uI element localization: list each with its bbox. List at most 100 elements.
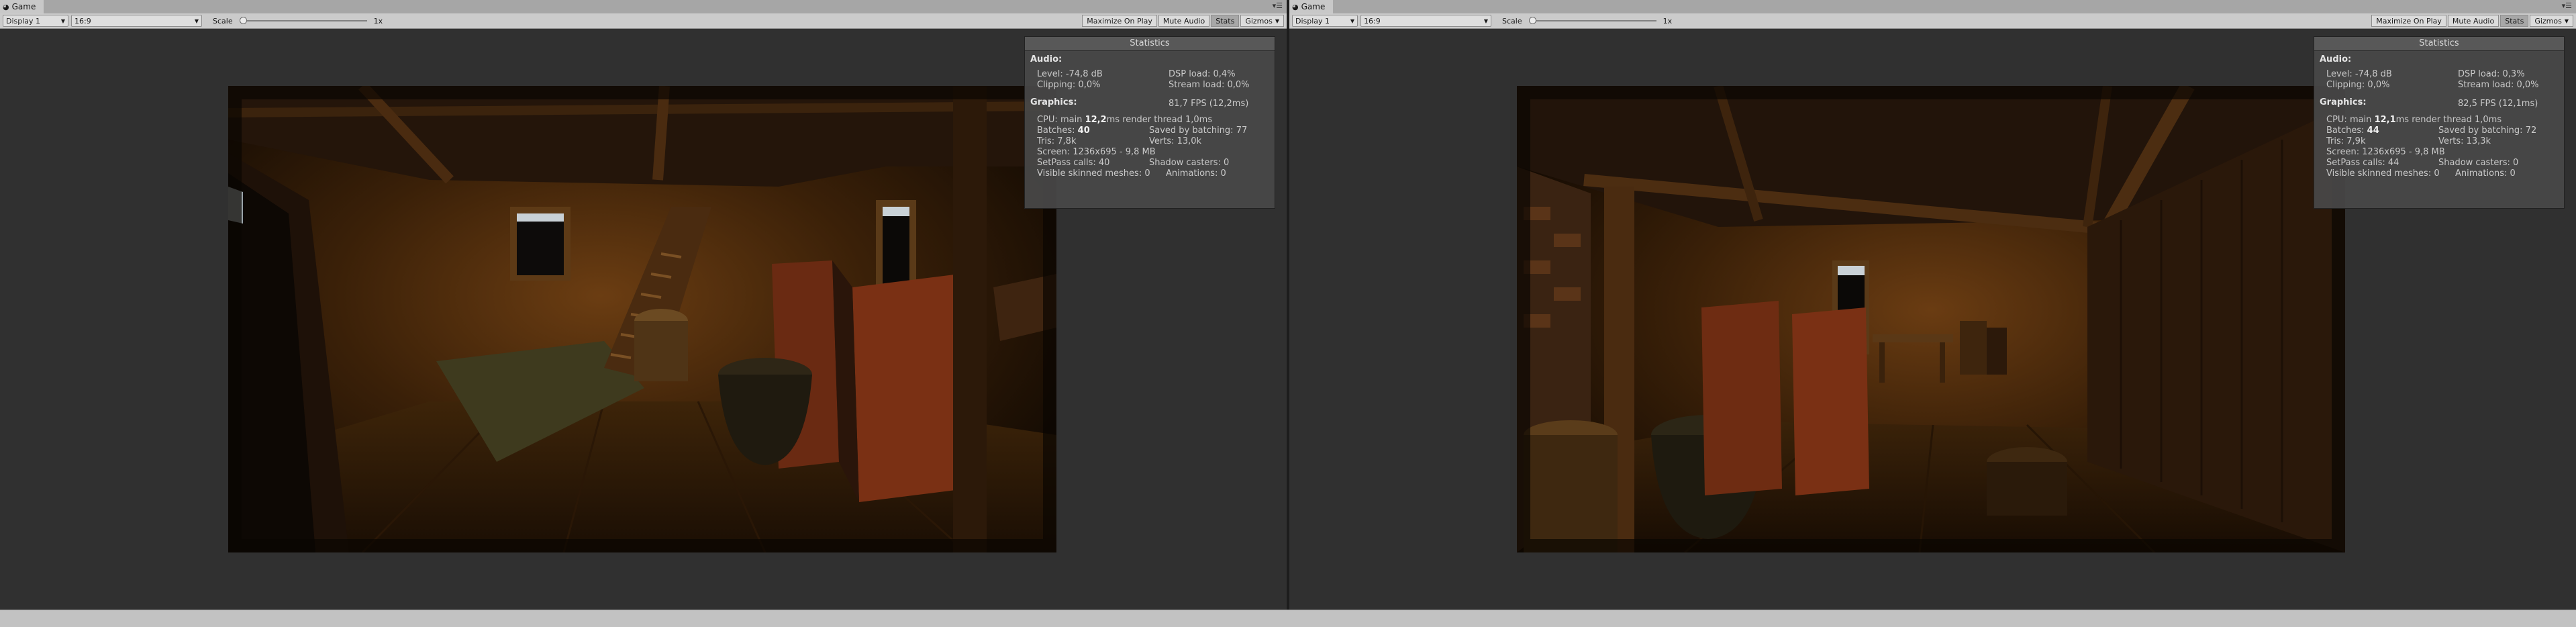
scale-value: 1x bbox=[1663, 16, 1673, 26]
statistics-title: Statistics bbox=[2314, 37, 2564, 51]
gizmos-button[interactable]: Gizmos ▼ bbox=[1240, 15, 1284, 27]
tab-game[interactable]: ◕ Game bbox=[0, 0, 44, 13]
scale-slider[interactable] bbox=[1528, 15, 1656, 27]
graphics-section-label: Graphics: bbox=[2320, 97, 2367, 107]
audio-level: Level: -74,8 dB bbox=[2326, 69, 2392, 79]
tab-game[interactable]: ◕ Game bbox=[1289, 0, 1334, 13]
batches-prefix: Batches: bbox=[1037, 126, 1078, 136]
dropdown-arrow-icon: ▼ bbox=[2564, 17, 2569, 24]
scale-value: 1x bbox=[373, 16, 383, 26]
saved-by-batching: Saved by batching: 72 bbox=[2438, 126, 2537, 136]
maximize-on-play-button[interactable]: Maximize On Play bbox=[1082, 15, 1157, 27]
graphics-section-label: Graphics: bbox=[1030, 97, 1077, 107]
dropdown-arrow-icon: ▼ bbox=[60, 17, 65, 24]
dsp-load: DSP load: 0,3% bbox=[2458, 69, 2525, 79]
screen-info: Screen: 1236x695 - 9,8 MB bbox=[1037, 147, 1156, 157]
toolbar-toggles: Maximize On Play Mute Audio Stats Gizmos… bbox=[1082, 15, 1284, 27]
window-menu-icon[interactable]: ▾☰ bbox=[2562, 1, 2572, 10]
aspect-dropdown[interactable]: 16:9 ▼ bbox=[71, 15, 202, 27]
verts-count: Verts: 13,3k bbox=[2438, 136, 2491, 146]
tavern-interior-render bbox=[1517, 86, 2345, 552]
stats-button[interactable]: Stats bbox=[2500, 15, 2529, 27]
dropdown-arrow-icon: ▼ bbox=[194, 17, 199, 24]
audio-section-label: Audio: bbox=[2320, 54, 2352, 64]
shadow-casters: Shadow casters: 0 bbox=[2438, 158, 2519, 168]
dropdown-arrow-icon: ▼ bbox=[1275, 17, 1279, 24]
setpass-calls: SetPass calls: 40 bbox=[1037, 158, 1110, 168]
tavern-interior-render bbox=[228, 86, 1056, 552]
gizmos-label: Gizmos bbox=[2534, 16, 2562, 26]
batches-count: Batches: 44 bbox=[2326, 126, 2379, 136]
batches-value: 40 bbox=[1077, 126, 1090, 136]
game-toolbar: Display 1 ▼ 16:9 ▼ Scale 1x Maximize On … bbox=[1289, 13, 2576, 29]
scale-slider-track bbox=[1528, 20, 1656, 21]
aspect-dropdown-label: 16:9 bbox=[1364, 16, 1381, 26]
game-render-viewport[interactable] bbox=[1517, 86, 2345, 552]
game-controller-icon: ◕ bbox=[1292, 2, 1299, 11]
audio-level: Level: -74,8 dB bbox=[1037, 69, 1103, 79]
aspect-dropdown-label: 16:9 bbox=[75, 16, 91, 26]
cpu-suffix: ms render thread 1,0ms bbox=[1106, 115, 1213, 125]
display-dropdown[interactable]: Display 1 ▼ bbox=[1292, 15, 1358, 27]
batches-count: Batches: 40 bbox=[1037, 126, 1090, 136]
statistics-overlay: Statistics Audio: Level: -74,8 dB DSP lo… bbox=[1024, 36, 1275, 209]
tris-count: Tris: 7,9k bbox=[2326, 136, 2366, 146]
mute-audio-button[interactable]: Mute Audio bbox=[1158, 15, 1210, 27]
cpu-prefix: CPU: main bbox=[2326, 115, 2375, 125]
scale-slider[interactable] bbox=[239, 15, 367, 27]
batches-value: 44 bbox=[2367, 126, 2379, 136]
gizmos-button[interactable]: Gizmos ▼ bbox=[2530, 15, 2573, 27]
tris-count: Tris: 7,8k bbox=[1037, 136, 1077, 146]
tab-label: Game bbox=[1301, 2, 1326, 11]
dropdown-arrow-icon: ▼ bbox=[1350, 17, 1354, 24]
game-toolbar: Display 1 ▼ 16:9 ▼ Scale 1x Maximize On … bbox=[0, 13, 1287, 29]
tab-label: Game bbox=[11, 2, 36, 11]
fps-readout: 82,5 FPS (12,1ms) bbox=[2458, 99, 2538, 109]
cpu-prefix: CPU: main bbox=[1037, 115, 1085, 125]
stream-load: Stream load: 0,0% bbox=[2458, 80, 2539, 90]
audio-section-label: Audio: bbox=[1030, 54, 1062, 64]
cpu-timing: CPU: main 12,2ms render thread 1,0ms bbox=[1037, 115, 1212, 125]
scale-slider-thumb[interactable] bbox=[1528, 17, 1536, 24]
scale-slider-track bbox=[239, 20, 367, 21]
cpu-main-value: 12,2 bbox=[1085, 115, 1107, 125]
audio-clipping: Clipping: 0,0% bbox=[1037, 80, 1101, 90]
cpu-main-value: 12,1 bbox=[2374, 115, 2396, 125]
display-dropdown[interactable]: Display 1 ▼ bbox=[3, 15, 68, 27]
mute-audio-button[interactable]: Mute Audio bbox=[2447, 15, 2499, 27]
shadow-casters: Shadow casters: 0 bbox=[1149, 158, 1230, 168]
display-dropdown-label: Display 1 bbox=[1295, 16, 1330, 26]
audio-clipping: Clipping: 0,0% bbox=[2326, 80, 2390, 90]
game-controller-icon: ◕ bbox=[3, 2, 9, 11]
toolbar-toggles: Maximize On Play Mute Audio Stats Gizmos… bbox=[2371, 15, 2573, 27]
visible-skinned-meshes: Visible skinned meshes: 0 bbox=[1037, 168, 1150, 179]
game-view-left: ◕ Game ▾☰ Display 1 ▼ 16:9 ▼ Scale 1x Ma… bbox=[0, 0, 1287, 610]
scale-label: Scale bbox=[213, 16, 233, 26]
screen-info: Screen: 1236x695 - 9,8 MB bbox=[2326, 147, 2445, 157]
fps-readout: 81,7 FPS (12,2ms) bbox=[1169, 99, 1249, 109]
scale-slider-thumb[interactable] bbox=[239, 17, 247, 24]
game-view-right: ◕ Game ▾☰ Display 1 ▼ 16:9 ▼ Scale 1x Ma… bbox=[1289, 0, 2576, 610]
aspect-dropdown[interactable]: 16:9 ▼ bbox=[1360, 15, 1491, 27]
batches-prefix: Batches: bbox=[2326, 126, 2367, 136]
stream-load: Stream load: 0,0% bbox=[1169, 80, 1250, 90]
dropdown-arrow-icon: ▼ bbox=[1483, 17, 1488, 24]
dsp-load: DSP load: 0,4% bbox=[1169, 69, 1236, 79]
game-render-viewport[interactable] bbox=[228, 86, 1056, 552]
scale-label: Scale bbox=[1502, 16, 1522, 26]
verts-count: Verts: 13,0k bbox=[1149, 136, 1202, 146]
saved-by-batching: Saved by batching: 77 bbox=[1149, 126, 1248, 136]
gizmos-label: Gizmos bbox=[1245, 16, 1273, 26]
tab-bar: ◕ Game ▾☰ bbox=[0, 0, 1287, 14]
cpu-timing: CPU: main 12,1ms render thread 1,0ms bbox=[2326, 115, 2501, 125]
statistics-title: Statistics bbox=[1025, 37, 1275, 51]
stats-button[interactable]: Stats bbox=[1211, 15, 1240, 27]
setpass-calls: SetPass calls: 44 bbox=[2326, 158, 2399, 168]
visible-skinned-meshes: Visible skinned meshes: 0 bbox=[2326, 168, 2440, 179]
tab-bar: ◕ Game ▾☰ bbox=[1289, 0, 2576, 14]
cpu-suffix: ms render thread 1,0ms bbox=[2395, 115, 2502, 125]
maximize-on-play-button[interactable]: Maximize On Play bbox=[2371, 15, 2446, 27]
animations-count: Animations: 0 bbox=[2455, 168, 2516, 179]
status-bar bbox=[0, 610, 2576, 627]
window-menu-icon[interactable]: ▾☰ bbox=[1273, 1, 1283, 10]
